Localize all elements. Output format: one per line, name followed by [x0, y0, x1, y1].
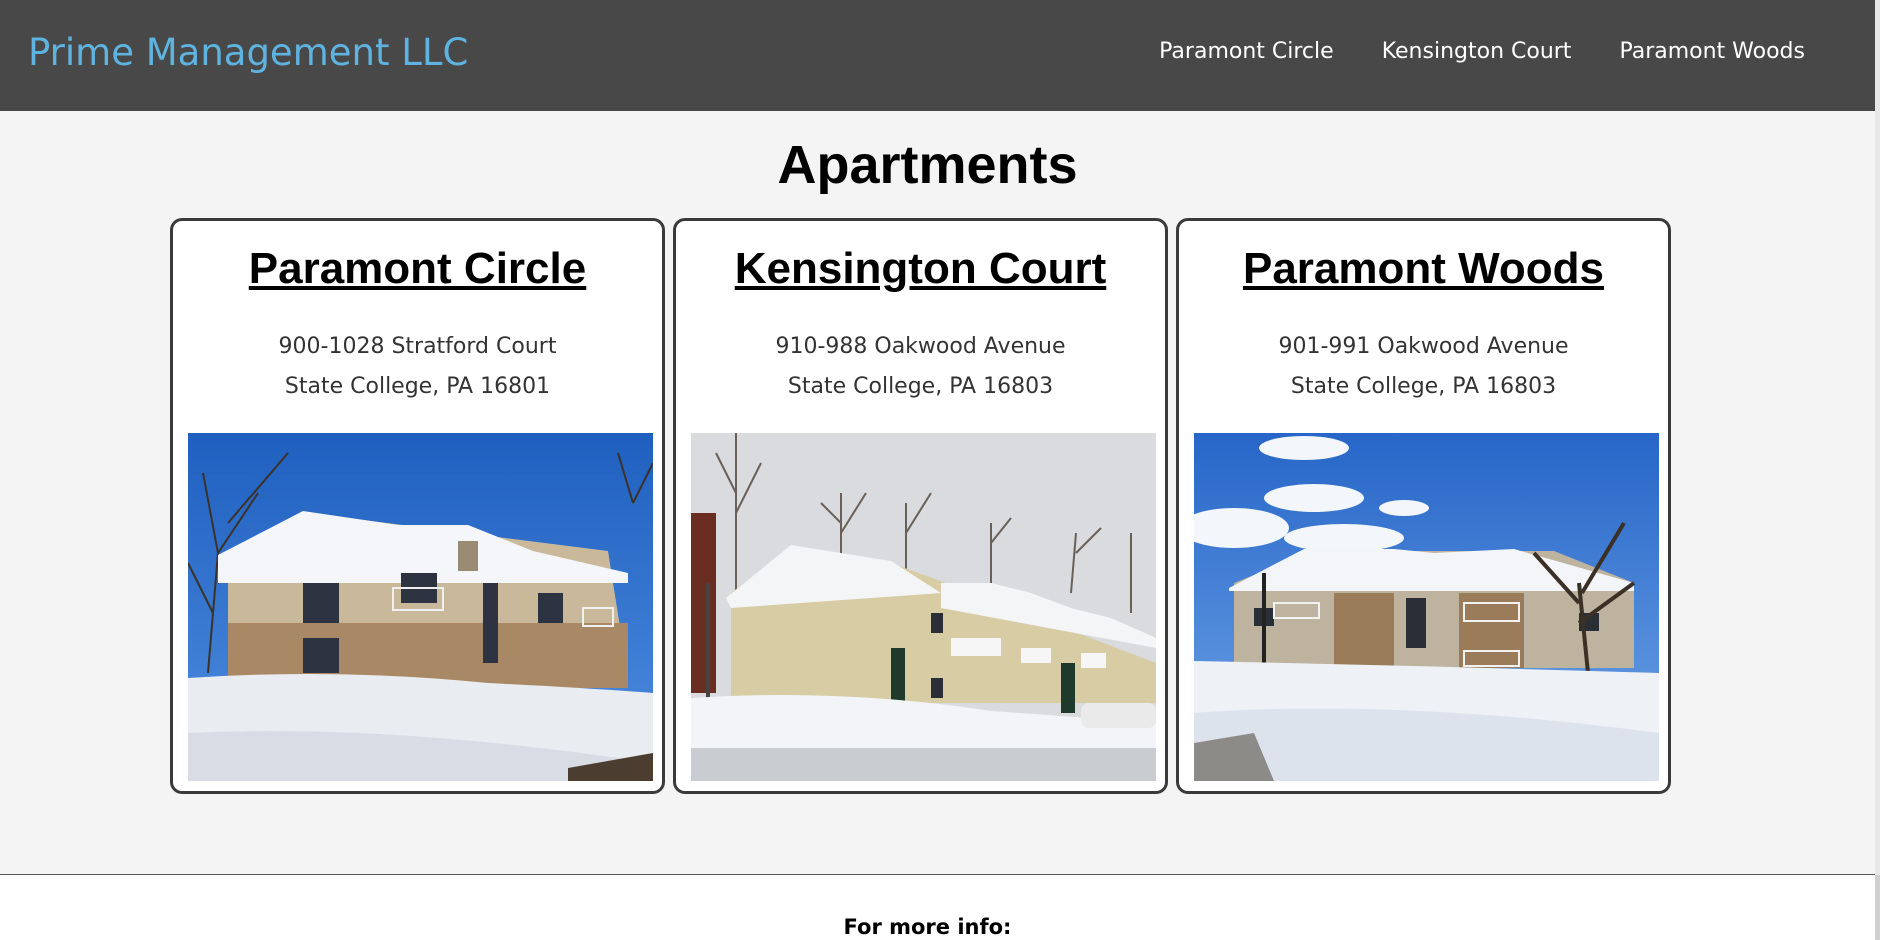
apartment-photo[interactable]	[1194, 433, 1659, 781]
nav-link-kensington-court[interactable]: Kensington Court	[1382, 36, 1572, 68]
footer-info-label: For more info:	[843, 915, 1012, 939]
card-address: 910-988 Oakwood Avenue State College, PA…	[676, 327, 1165, 407]
main-nav: Paramont Circle Kensington Court Paramon…	[1159, 36, 1805, 68]
site-header: Prime Management LLC Paramont Circle Ken…	[0, 0, 1875, 111]
nav-link-paramont-circle[interactable]: Paramont Circle	[1159, 36, 1334, 68]
apartment-photo[interactable]	[188, 433, 653, 781]
address-line-2: State College, PA 16803	[787, 374, 1054, 399]
address-line-2: State College, PA 16803	[1290, 374, 1557, 399]
card-title-link[interactable]: Kensington Court	[676, 241, 1165, 297]
card-address: 900-1028 Stratford Court State College, …	[173, 327, 662, 407]
brand-logo-link[interactable]: Prime Management LLC	[28, 28, 468, 78]
apartment-card-paramont-circle: Paramont Circle 900-1028 Stratford Court…	[170, 218, 665, 794]
apartment-photo[interactable]	[691, 433, 1156, 781]
page-title: Apartments	[777, 135, 1078, 195]
site-footer: For more info:	[0, 874, 1875, 940]
apartment-cards: Paramont Circle 900-1028 Stratford Court…	[170, 218, 1671, 794]
card-title-link[interactable]: Paramont Circle	[173, 241, 662, 297]
card-title-link[interactable]: Paramont Woods	[1179, 241, 1668, 297]
page: Prime Management LLC Paramont Circle Ken…	[0, 0, 1880, 940]
apartment-card-paramont-woods: Paramont Woods 901-991 Oakwood Avenue St…	[1176, 218, 1671, 794]
nav-link-paramont-woods[interactable]: Paramont Woods	[1619, 36, 1805, 68]
scrollbar-thumb[interactable]	[1875, 0, 1880, 875]
card-address: 901-991 Oakwood Avenue State College, PA…	[1179, 327, 1668, 407]
address-line-1: 900-1028 Stratford Court	[278, 334, 557, 359]
address-line-2: State College, PA 16801	[284, 374, 551, 399]
vertical-scrollbar[interactable]	[1875, 0, 1880, 940]
apartment-card-kensington-court: Kensington Court 910-988 Oakwood Avenue …	[673, 218, 1168, 794]
address-line-1: 910-988 Oakwood Avenue	[775, 334, 1066, 359]
address-line-1: 901-991 Oakwood Avenue	[1278, 334, 1569, 359]
